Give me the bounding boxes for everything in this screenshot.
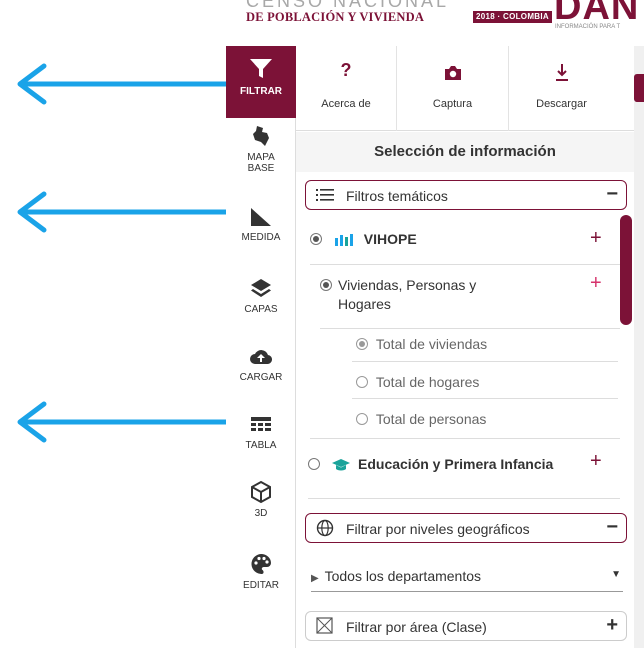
thematic-filters-group[interactable]: Filtros temáticos −	[305, 180, 627, 210]
educacion-option[interactable]: Educación y Primera Infancia	[308, 455, 578, 474]
cloud-upload-icon	[250, 350, 273, 365]
download-icon	[555, 64, 568, 81]
banner-title-bottom: DE POBLACIÓN Y VIVIENDA	[246, 10, 425, 24]
divider	[352, 361, 618, 362]
total-hogares-option[interactable]: Total de hogares	[356, 374, 479, 390]
about-button[interactable]: ? Acerca de	[296, 46, 396, 131]
people-icon	[334, 234, 353, 246]
divider	[310, 264, 620, 265]
expand-vihope-icon[interactable]: +	[590, 227, 602, 250]
total-viviendas-option[interactable]: Total de viviendas	[356, 336, 487, 352]
graduation-cap-icon	[332, 459, 350, 471]
viviendas-option[interactable]: Viviendas, Personas y Hogares	[320, 276, 520, 314]
capture-button[interactable]: Captura	[396, 46, 508, 131]
divider	[352, 398, 618, 399]
department-select[interactable]: ▶ Todos los departamentos ▼	[311, 568, 623, 592]
radio-icon[interactable]	[356, 413, 368, 425]
list-icon	[316, 189, 334, 201]
divider	[320, 328, 620, 329]
panel-scrollbar[interactable]	[620, 215, 632, 325]
total-personas-option[interactable]: Total de personas	[356, 411, 486, 427]
tool-sidebar: FILTRAR MAPA BASE MEDIDA CAPAS CARGAR TA…	[226, 46, 296, 648]
dropdown-arrow-icon: ▼	[611, 569, 621, 580]
vihope-option[interactable]: VIHOPE	[310, 231, 417, 247]
filtrar-tool[interactable]: FILTRAR	[226, 46, 296, 118]
panel-topbar: ? Acerca de Captura Descargar	[296, 46, 634, 131]
collapse-panel-tab[interactable]	[634, 74, 644, 102]
divider	[308, 498, 620, 499]
map-edge	[634, 46, 644, 648]
palette-icon	[251, 554, 271, 575]
census-banner: CENSO NACIONAL DE POBLACIÓN Y VIVIENDA 2…	[226, 0, 644, 46]
medida-tool[interactable]: MEDIDA	[226, 206, 296, 266]
cube-icon	[251, 480, 271, 504]
radio-icon[interactable]	[356, 338, 368, 350]
collapse-icon[interactable]: −	[606, 516, 618, 539]
panel-title: Selección de información	[296, 132, 634, 172]
camera-icon	[444, 66, 461, 80]
triangle-right-icon: ▶	[311, 573, 319, 584]
expand-educacion-icon[interactable]: +	[590, 450, 602, 473]
editar-tool[interactable]: EDITAR	[226, 552, 296, 612]
colombia-map-icon	[253, 126, 269, 146]
filter-panel: ? Acerca de Captura Descargar Selección …	[296, 46, 634, 648]
dane-logo-subtitle: INFORMACIÓN PARA T	[555, 24, 621, 30]
capas-tool[interactable]: CAPAS	[226, 276, 296, 336]
radio-icon[interactable]	[308, 458, 320, 470]
divider	[310, 438, 620, 439]
table-icon	[251, 417, 271, 431]
collapse-icon[interactable]: −	[606, 183, 618, 206]
area-filter-group[interactable]: Filtrar por área (Clase) +	[305, 611, 627, 641]
ruler-icon	[251, 208, 271, 226]
banner-badge: 2018 · COLOMBIA	[473, 11, 552, 23]
expand-area-icon[interactable]: +	[606, 614, 618, 637]
crossed-box-icon	[316, 617, 333, 634]
tres-d-tool[interactable]: 3D	[226, 480, 296, 540]
geo-filters-group[interactable]: Filtrar por niveles geográficos −	[305, 513, 627, 543]
expand-viviendas-icon[interactable]: +	[590, 272, 602, 295]
radio-icon[interactable]	[356, 376, 368, 388]
arrow-icon	[17, 63, 226, 105]
layers-icon	[251, 279, 271, 297]
cargar-tool[interactable]: CARGAR	[226, 346, 296, 406]
mapa-base-tool[interactable]: MAPA BASE	[226, 124, 296, 194]
radio-icon[interactable]	[320, 279, 332, 291]
globe-icon	[316, 519, 334, 537]
question-icon: ?	[340, 60, 352, 80]
filter-icon	[250, 59, 272, 78]
radio-icon[interactable]	[310, 233, 322, 245]
download-button[interactable]: Descargar	[508, 46, 614, 131]
tabla-tool[interactable]: TABLA	[226, 414, 296, 474]
